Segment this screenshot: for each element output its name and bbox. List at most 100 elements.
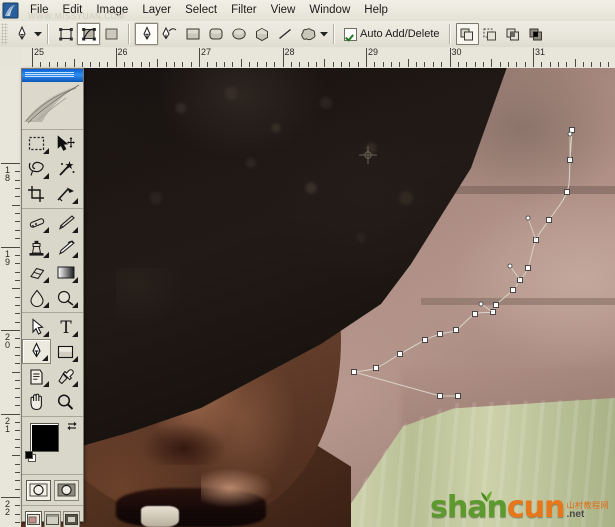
menu-window[interactable]: Window bbox=[302, 2, 357, 20]
standard-screen-mode-button[interactable] bbox=[25, 511, 42, 527]
auto-add-delete-label: Auto Add/Delete bbox=[360, 28, 440, 40]
svg-text:T: T bbox=[60, 318, 72, 336]
tool-blur[interactable] bbox=[22, 285, 51, 310]
ruler-tick-minor bbox=[12, 288, 20, 290]
flyout-corner-icon bbox=[43, 148, 49, 154]
mode-fill-pixels-button[interactable] bbox=[100, 23, 123, 45]
ruler-tick-minor bbox=[15, 513, 20, 515]
ruler-tick-minor bbox=[15, 505, 20, 507]
ruler-tick-minor bbox=[416, 62, 418, 67]
full-screen-mode-button[interactable] bbox=[63, 511, 80, 527]
shape-tool-rounded-rectangle-button[interactable] bbox=[204, 23, 227, 45]
tool-preset-chevron-down-icon[interactable] bbox=[33, 25, 42, 43]
auto-add-delete-checkbox[interactable]: Auto Add/Delete bbox=[340, 27, 444, 42]
tool-history-brush[interactable] bbox=[51, 235, 80, 260]
shape-tool-line-button[interactable] bbox=[273, 23, 296, 45]
vertical-ruler[interactable]: 18 19 20 21 22 bbox=[0, 68, 22, 527]
ruler-label: 19 bbox=[4, 248, 10, 267]
ruler-tick-minor bbox=[324, 59, 326, 67]
auto-add-delete-check-icon[interactable] bbox=[344, 27, 357, 41]
ruler-tick-minor bbox=[541, 62, 543, 67]
tool-magic-wand[interactable] bbox=[51, 156, 80, 181]
ruler-tick-minor bbox=[349, 62, 351, 67]
ruler-tick-minor bbox=[466, 62, 468, 67]
document-canvas[interactable]: shan cun 山村教程网 .net bbox=[21, 68, 615, 527]
menu-filter[interactable]: Filter bbox=[224, 2, 264, 20]
geometry-options-chevron-down-icon[interactable] bbox=[319, 25, 328, 43]
path-op-subtract-button[interactable] bbox=[479, 23, 502, 45]
tool-healing-brush[interactable] bbox=[22, 210, 51, 235]
tool-eyedropper[interactable] bbox=[51, 364, 80, 389]
menu-view[interactable]: View bbox=[264, 2, 303, 20]
ruler-tick-minor bbox=[15, 179, 20, 181]
photoshop-logo-icon[interactable] bbox=[2, 2, 19, 19]
ruler-tick-major bbox=[1, 330, 20, 331]
menu-select[interactable]: Select bbox=[178, 2, 224, 20]
flyout-corner-icon bbox=[72, 381, 78, 387]
tool-type[interactable]: T bbox=[51, 314, 80, 339]
ruler-tick-major bbox=[533, 48, 534, 67]
swap-colors-icon[interactable] bbox=[66, 420, 78, 432]
tool-preset-picker[interactable] bbox=[10, 23, 33, 45]
tool-gradient[interactable] bbox=[51, 260, 80, 285]
tool-notes[interactable] bbox=[22, 364, 51, 389]
ruler-tick-minor bbox=[15, 229, 20, 231]
tool-eraser[interactable] bbox=[22, 260, 51, 285]
ruler-tick-minor bbox=[15, 213, 20, 215]
shape-tool-polygon-button[interactable] bbox=[250, 23, 273, 45]
mode-paths-button[interactable] bbox=[77, 23, 100, 45]
shape-tool-freeform-pen-button[interactable] bbox=[158, 23, 181, 45]
shape-tool-custom-shape-button[interactable] bbox=[296, 23, 319, 45]
ruler-corner[interactable] bbox=[0, 47, 22, 69]
ruler-tick-major bbox=[449, 48, 451, 67]
ruler-tick-major bbox=[115, 48, 117, 67]
ruler-tick-minor bbox=[299, 62, 301, 67]
path-op-add-button[interactable] bbox=[455, 23, 479, 45]
tool-brush[interactable] bbox=[51, 210, 80, 235]
full-screen-with-menubar-button[interactable] bbox=[44, 511, 61, 527]
tool-move[interactable] bbox=[51, 131, 80, 156]
ruler-tick-minor bbox=[15, 338, 20, 340]
horizontal-ruler[interactable]: 25 26 27 28 29 30 31 bbox=[21, 47, 615, 69]
ruler-tick-minor bbox=[190, 62, 192, 67]
ruler-tick-minor bbox=[148, 62, 150, 67]
quick-mask-mode-button[interactable] bbox=[54, 479, 79, 501]
ruler-tick-minor bbox=[15, 171, 20, 173]
tool-slice[interactable] bbox=[51, 181, 80, 206]
ruler-tick-minor bbox=[107, 62, 109, 67]
tool-dodge[interactable] bbox=[51, 285, 80, 310]
shape-tool-pen-button[interactable] bbox=[135, 23, 158, 45]
mode-shape-layers-button[interactable] bbox=[54, 23, 77, 45]
standard-mode-button[interactable] bbox=[26, 479, 51, 501]
default-colors-icon[interactable] bbox=[25, 451, 36, 462]
path-op-intersect-button[interactable] bbox=[502, 23, 525, 45]
tool-path-selection[interactable] bbox=[22, 314, 51, 339]
tool-crop[interactable] bbox=[22, 181, 51, 206]
foreground-color-swatch[interactable] bbox=[30, 423, 59, 452]
toolbox-palette[interactable]: T bbox=[21, 68, 84, 527]
tool-zoom[interactable] bbox=[51, 389, 80, 414]
menu-layer[interactable]: Layer bbox=[135, 2, 178, 20]
toolbox-group-retouch bbox=[22, 209, 83, 313]
ruler-tick-minor bbox=[340, 62, 342, 67]
tool-hand[interactable] bbox=[22, 389, 51, 414]
toolbox-title-grip[interactable] bbox=[22, 69, 83, 82]
shape-tool-rectangle-button[interactable] bbox=[181, 23, 204, 45]
tool-pen[interactable] bbox=[22, 339, 51, 364]
tool-clone-stamp[interactable] bbox=[22, 235, 51, 260]
tool-marquee[interactable] bbox=[22, 131, 51, 156]
tool-rectangle-shape[interactable] bbox=[51, 339, 80, 364]
ruler-tick-minor bbox=[15, 480, 20, 482]
ruler-tick-minor bbox=[82, 62, 84, 67]
ruler-label: 27 bbox=[201, 47, 212, 57]
ruler-tick-major bbox=[282, 48, 284, 67]
ruler-tick-minor bbox=[140, 62, 142, 67]
path-op-exclude-button[interactable] bbox=[525, 23, 548, 45]
options-bar-grip[interactable] bbox=[1, 23, 8, 45]
tool-lasso[interactable] bbox=[22, 156, 51, 181]
ruler-tick-minor bbox=[15, 313, 20, 315]
shape-tool-ellipse-button[interactable] bbox=[227, 23, 250, 45]
ruler-tick-minor bbox=[98, 62, 100, 67]
menu-help[interactable]: Help bbox=[357, 2, 395, 20]
photo-grain bbox=[21, 68, 615, 527]
